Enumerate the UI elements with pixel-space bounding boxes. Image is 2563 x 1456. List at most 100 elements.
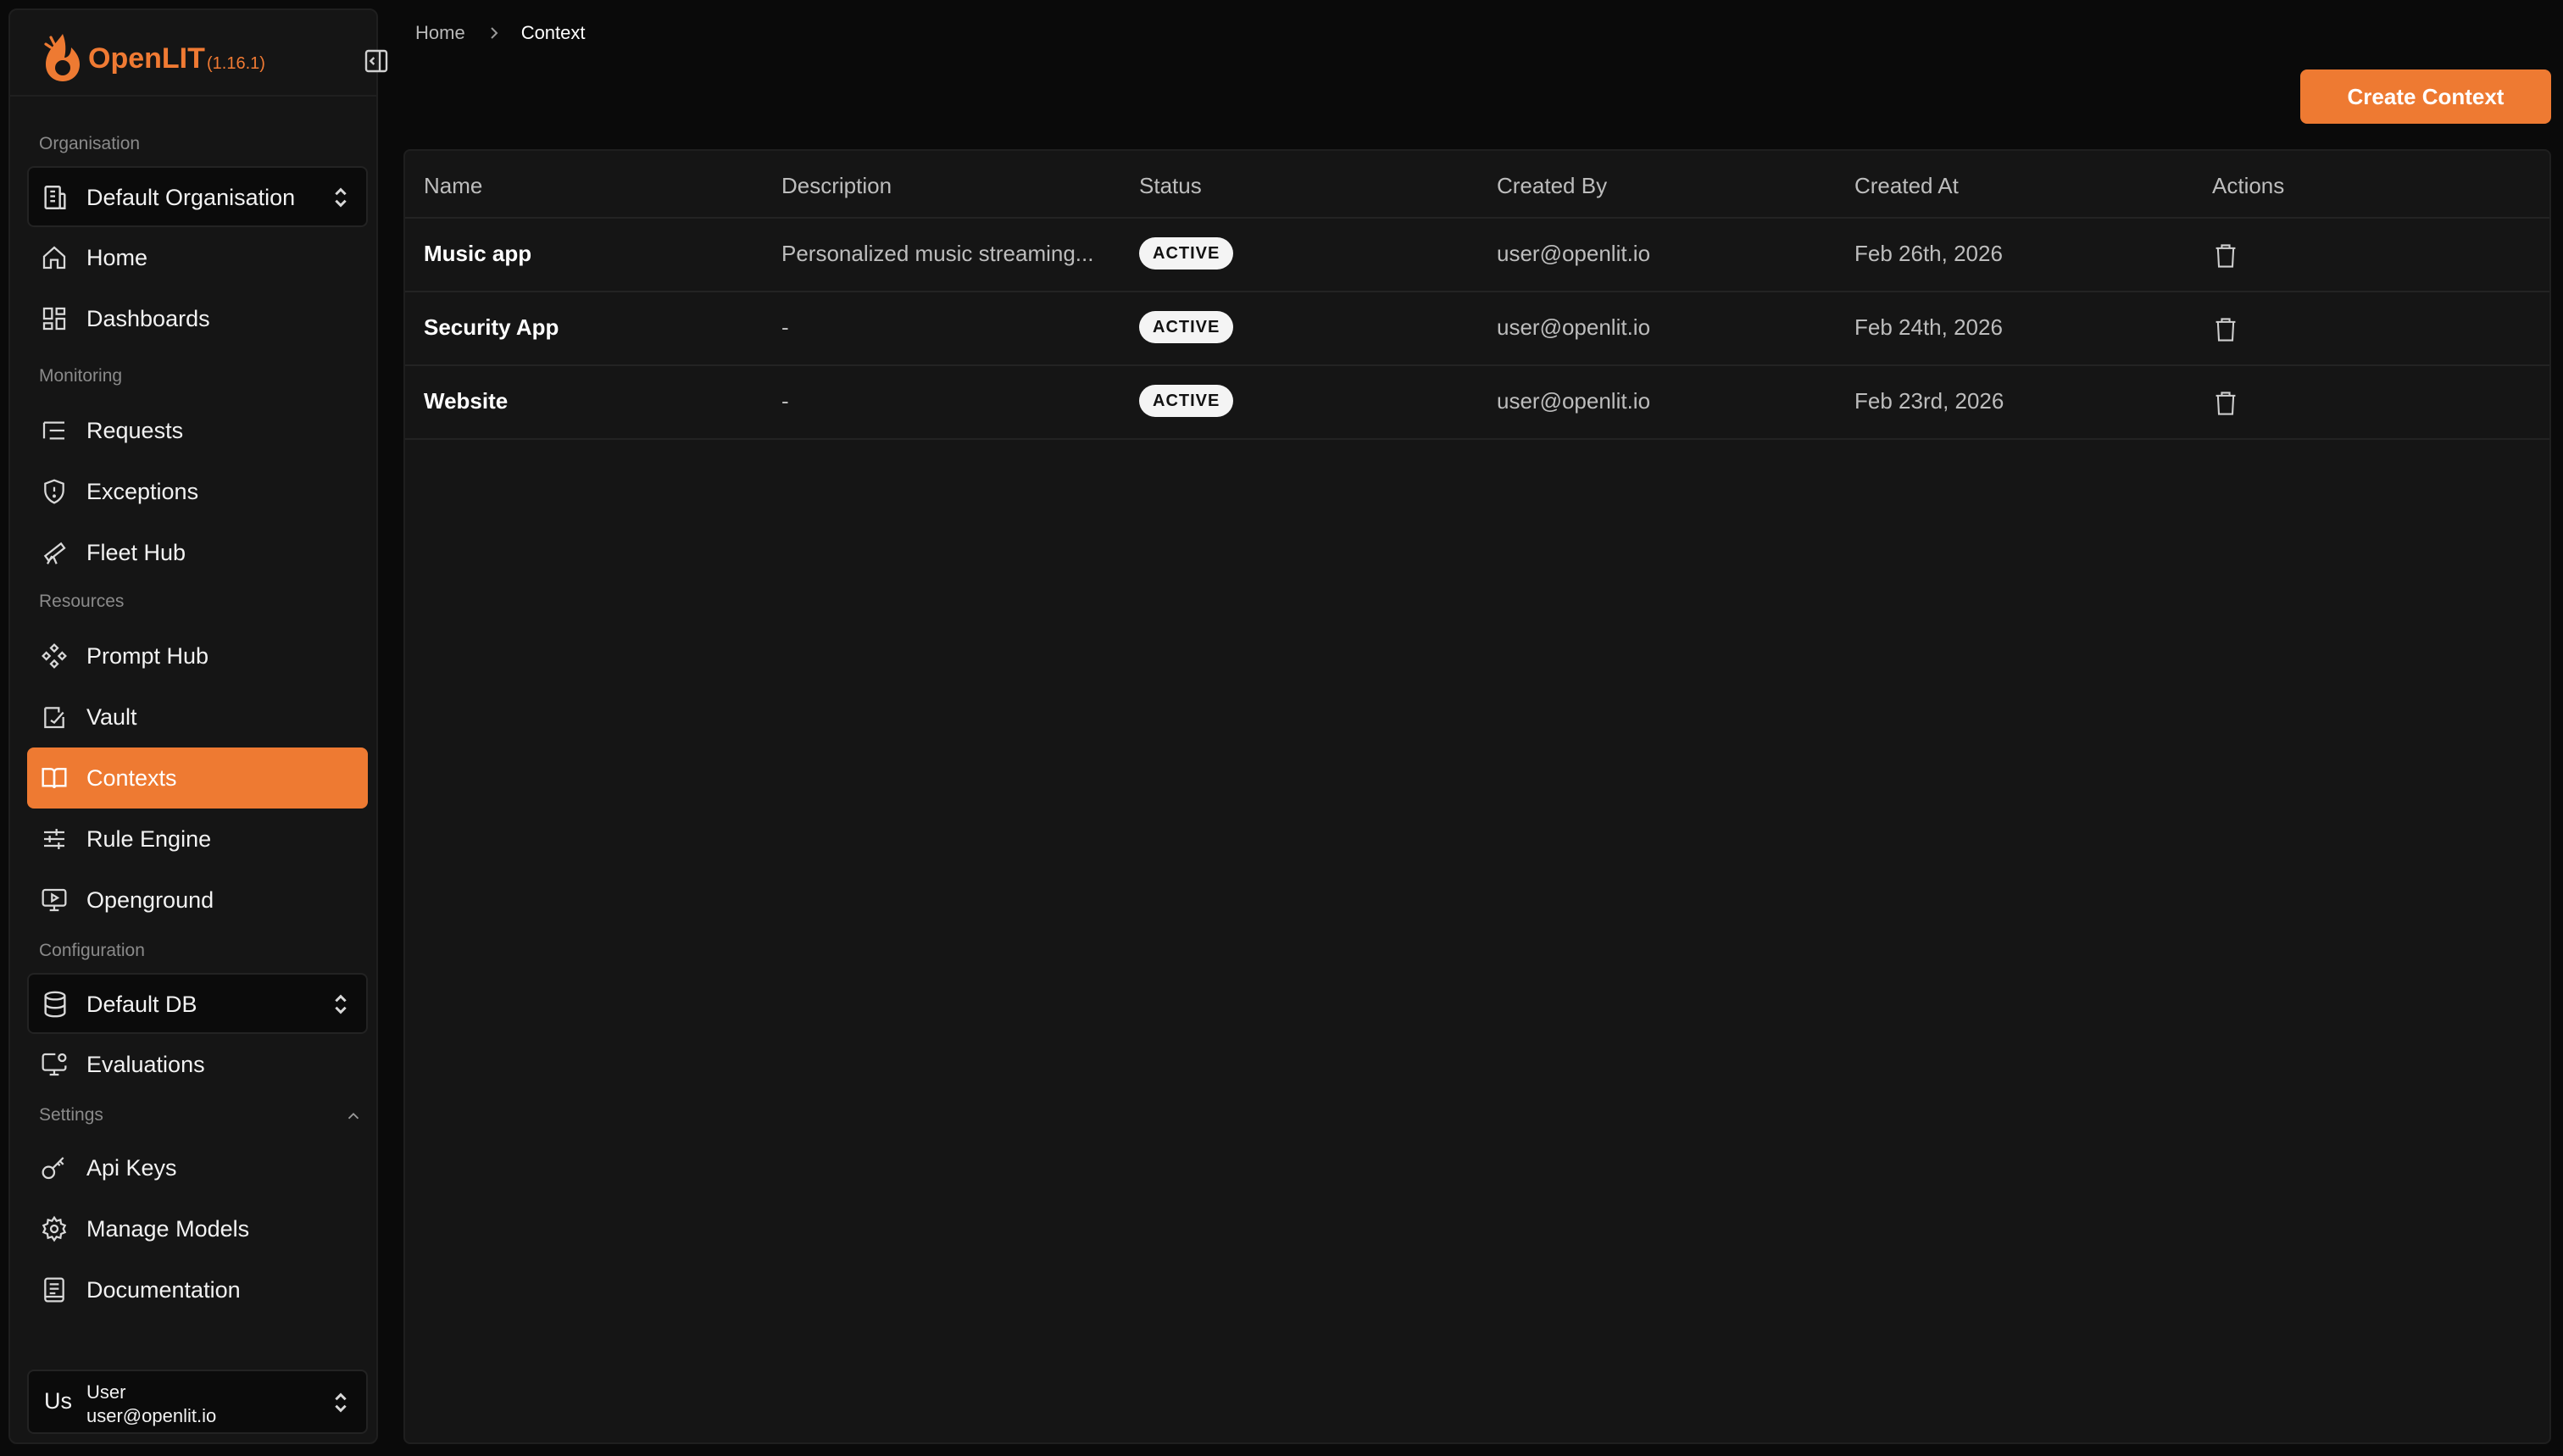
trash-icon[interactable] <box>2214 242 2238 270</box>
telescope-icon <box>43 542 66 564</box>
cell-description: - <box>781 314 789 340</box>
sidebar-item-openground[interactable]: Openground <box>27 870 368 931</box>
sidebar-item-label: Rule Engine <box>86 825 212 852</box>
key-icon <box>42 1157 64 1180</box>
table-row[interactable]: Music app Personalized music streaming..… <box>405 219 2549 292</box>
sidebar-item-label: Evaluations <box>86 1051 205 1077</box>
monitor-gear-icon <box>42 1053 67 1076</box>
sidebar-item-evaluations[interactable]: Evaluations <box>27 1034 368 1095</box>
dashboard-grid-icon <box>42 307 66 331</box>
chevron-up-down-icon <box>335 994 347 1014</box>
sidebar-item-requests[interactable]: Requests <box>27 400 368 461</box>
home-icon <box>42 246 66 270</box>
table-row[interactable]: Security App - ACTIVE user@openlit.io Fe… <box>405 292 2549 366</box>
organisation-select-label: Default Organisation <box>86 185 296 210</box>
status-badge: ACTIVE <box>1139 385 1234 417</box>
sidebar-item-api-keys[interactable]: Api Keys <box>27 1137 368 1198</box>
sidebar-item-home[interactable]: Home <box>27 227 368 288</box>
breadcrumb-current: Context <box>520 22 586 43</box>
database-select[interactable]: Default DB <box>27 973 368 1034</box>
chevron-up-down-icon <box>335 187 347 208</box>
cell-created-at: Feb 23rd, 2026 <box>1854 388 2004 414</box>
breadcrumb-home-link[interactable]: Home <box>415 22 465 44</box>
sidebar-item-manage-models[interactable]: Manage Models <box>27 1198 368 1259</box>
sidebar-item-label: Openground <box>86 886 214 913</box>
chevron-up-icon[interactable] <box>344 1107 363 1125</box>
cell-description: Personalized music streaming... <box>781 241 1094 266</box>
sidebar-item-rule-engine[interactable]: Rule Engine <box>27 809 368 870</box>
sidebar-item-label: Documentation <box>86 1276 241 1303</box>
cell-created-by: user@openlit.io <box>1497 314 1651 340</box>
sidebar-item-documentation[interactable]: Documentation <box>27 1259 368 1320</box>
cell-created-by: user@openlit.io <box>1497 388 1651 414</box>
cell-created-at: Feb 26th, 2026 <box>1854 241 2003 266</box>
table-header: Name Description Status Created By Creat… <box>405 151 2549 219</box>
cell-name: Music app <box>424 241 532 266</box>
column-header-name: Name <box>424 173 483 198</box>
section-label-monitoring: Monitoring <box>39 366 123 386</box>
table-row[interactable]: Website - ACTIVE user@openlit.io Feb 23r… <box>405 366 2549 440</box>
monitor-play-icon <box>42 888 67 912</box>
chevron-right-icon <box>490 27 498 39</box>
sidebar-item-label: Requests <box>86 417 184 443</box>
cell-created-at: Feb 24th, 2026 <box>1854 314 2003 340</box>
sidebar-item-label: Manage Models <box>86 1215 250 1242</box>
sidebar-item-exceptions[interactable]: Exceptions <box>27 461 368 522</box>
app-name: OpenLIT <box>88 42 205 75</box>
document-icon <box>44 1277 64 1303</box>
sidebar-item-label: Contexts <box>86 764 177 791</box>
section-label-resources: Resources <box>39 592 125 611</box>
components-icon <box>42 643 67 669</box>
chevron-up-down-icon <box>335 1392 347 1413</box>
cell-created-by: user@openlit.io <box>1497 241 1651 266</box>
sidebar-item-contexts[interactable]: Contexts <box>27 747 368 809</box>
status-badge: ACTIVE <box>1139 311 1234 343</box>
contexts-table: Name Description Status Created By Creat… <box>403 149 2551 1444</box>
cell-name: Security App <box>424 314 559 340</box>
section-label-organisation: Organisation <box>39 134 141 153</box>
sidebar-item-dashboards[interactable]: Dashboards <box>27 288 368 349</box>
sidebar-item-fleet-hub[interactable]: Fleet Hub <box>27 522 368 583</box>
list-icon <box>42 421 64 440</box>
gear-icon <box>42 1215 67 1242</box>
vault-icon <box>44 707 64 729</box>
create-context-button[interactable]: Create Context <box>2300 69 2551 124</box>
avatar: Us <box>44 1388 72 1414</box>
sidebar-item-label: Exceptions <box>86 478 199 504</box>
column-header-status: Status <box>1139 173 1202 198</box>
building-icon <box>44 186 66 209</box>
logo-row: OpenLIT (1.16.1) <box>10 10 388 97</box>
trash-icon[interactable] <box>2214 390 2238 417</box>
sidebar-item-label: Home <box>86 244 148 270</box>
user-name: User <box>86 1381 126 1403</box>
sidebar-item-label: Fleet Hub <box>86 539 186 565</box>
section-label-configuration: Configuration <box>39 941 145 960</box>
cell-description: - <box>781 388 789 414</box>
status-badge: ACTIVE <box>1139 237 1234 270</box>
cell-name: Website <box>424 388 509 414</box>
sidebar-item-vault[interactable]: Vault <box>27 686 368 747</box>
openlit-logo-icon <box>44 34 80 81</box>
user-menu[interactable]: Us User user@openlit.io <box>27 1370 368 1434</box>
sidebar-item-label: Dashboards <box>86 305 210 331</box>
sidebar-item-label: Vault <box>86 703 137 730</box>
column-header-created-at: Created At <box>1854 173 1959 198</box>
sliders-icon <box>44 829 64 849</box>
sidebar-item-prompt-hub[interactable]: Prompt Hub <box>27 625 368 686</box>
user-email: user@openlit.io <box>86 1405 217 1426</box>
sidebar-item-label: Prompt Hub <box>86 642 209 669</box>
sidebar: OpenLIT (1.16.1) Organisation Default Or… <box>8 8 388 1444</box>
book-open-icon <box>42 768 67 789</box>
column-header-description: Description <box>781 173 892 198</box>
organisation-select[interactable]: Default Organisation <box>27 166 368 227</box>
shield-alert-icon <box>44 479 64 504</box>
trash-icon[interactable] <box>2214 316 2238 343</box>
section-label-settings: Settings <box>39 1105 103 1125</box>
app-version: (1.16.1) <box>207 54 265 73</box>
column-header-actions: Actions <box>2212 173 2285 198</box>
sidebar-item-label: Api Keys <box>86 1154 177 1181</box>
database-icon <box>44 991 66 1018</box>
column-header-created-by: Created By <box>1497 173 1608 198</box>
breadcrumb: Home Context <box>415 22 586 44</box>
collapse-sidebar-icon[interactable] <box>363 47 390 75</box>
